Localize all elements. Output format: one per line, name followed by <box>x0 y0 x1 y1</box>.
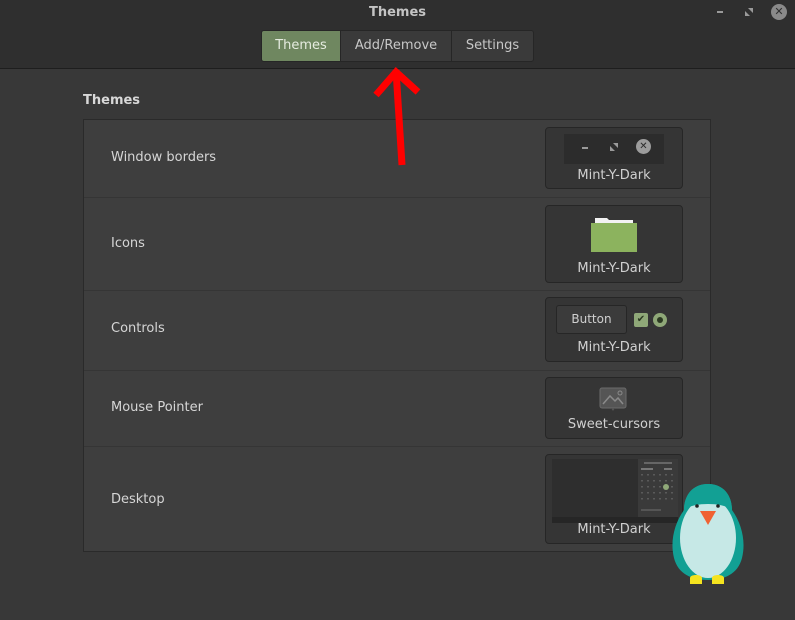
desktop-chooser[interactable]: Mint-Y-Dark <box>545 454 683 544</box>
close-icon: ✕ <box>636 139 651 154</box>
row-label: Mouse Pointer <box>111 400 203 415</box>
window-buttons-preview: ✕ <box>564 134 664 164</box>
tab-themes[interactable]: Themes <box>262 31 341 61</box>
row-desktop: Desktop Mint-Y-Dark <box>84 447 710 551</box>
row-label: Icons <box>111 236 145 251</box>
theme-name: Mint-Y-Dark <box>577 340 651 355</box>
theme-name: Mint-Y-Dark <box>577 522 651 537</box>
desktop-thumbnail <box>552 459 678 523</box>
window-title: Themes <box>368 5 427 20</box>
maximize-icon <box>610 143 618 151</box>
folder-icon <box>591 218 637 252</box>
row-label: Desktop <box>111 492 165 507</box>
maximize-icon <box>745 8 753 16</box>
button-preview: Button <box>556 305 627 334</box>
title-bar: Themes ✕ Themes Add/Remove Settings <box>0 0 795 69</box>
themes-panel: Window borders ✕ Mint-Y-Dark Icons Mint-… <box>83 119 711 552</box>
close-icon: ✕ <box>771 4 787 20</box>
tab-bar: Themes Add/Remove Settings <box>261 30 534 62</box>
row-mouse-pointer: Mouse Pointer Sweet-cursors <box>84 371 710 447</box>
maximize-button[interactable] <box>740 3 758 21</box>
theme-name: Mint-Y-Dark <box>577 261 651 276</box>
tab-settings[interactable]: Settings <box>452 31 533 61</box>
row-controls: Controls Button ✔ Mint-Y-Dark <box>84 291 710 371</box>
row-window-borders: Window borders ✕ Mint-Y-Dark <box>84 120 710 198</box>
radio-icon <box>653 313 667 327</box>
checkbox-icon: ✔ <box>634 313 648 327</box>
section-title: Themes <box>83 93 141 108</box>
theme-name: Mint-Y-Dark <box>577 168 651 183</box>
tab-add-remove[interactable]: Add/Remove <box>341 31 452 61</box>
minimize-icon <box>582 147 588 149</box>
image-missing-icon <box>599 387 627 411</box>
row-icons: Icons Mint-Y-Dark <box>84 198 710 291</box>
window-borders-chooser[interactable]: ✕ Mint-Y-Dark <box>545 127 683 189</box>
minimize-icon <box>717 11 723 13</box>
mouse-pointer-chooser[interactable]: Sweet-cursors <box>545 377 683 439</box>
controls-chooser[interactable]: Button ✔ Mint-Y-Dark <box>545 297 683 362</box>
row-label: Window borders <box>111 150 217 165</box>
icons-chooser[interactable]: Mint-Y-Dark <box>545 205 683 283</box>
theme-name: Sweet-cursors <box>567 417 661 432</box>
minimize-button[interactable] <box>711 3 729 21</box>
close-button[interactable]: ✕ <box>770 3 788 21</box>
row-label: Controls <box>111 321 165 336</box>
penguin-mascot-icon <box>672 484 744 584</box>
